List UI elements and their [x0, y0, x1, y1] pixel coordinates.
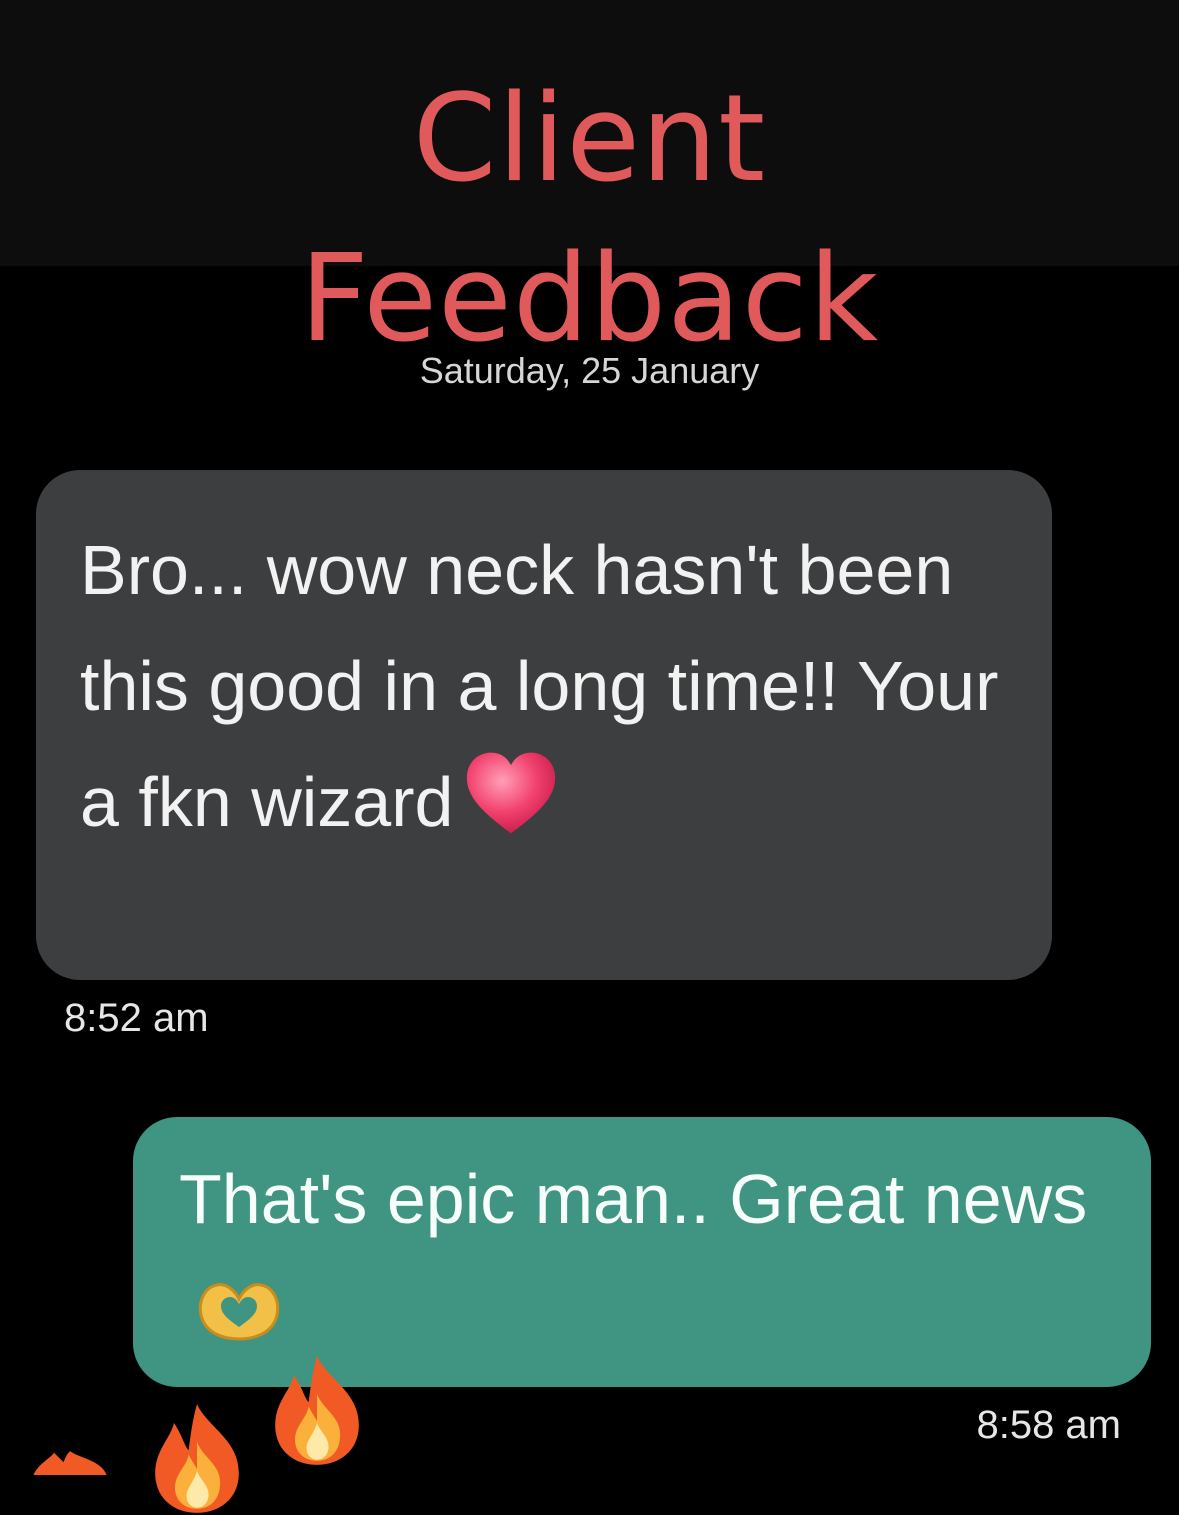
outgoing-message-bubble[interactable]: That's epic man.. Great news	[133, 1117, 1151, 1387]
heart-hands-icon	[198, 1283, 280, 1341]
incoming-message-text: Bro... wow neck hasn't been this good in…	[80, 531, 999, 841]
date-separator: Saturday, 25 January	[419, 350, 760, 391]
incoming-message-time: 8:52 am	[64, 996, 209, 1040]
outgoing-message-text: That's epic man.. Great news	[179, 1141, 1111, 1373]
fire-icon	[155, 1404, 239, 1513]
heart-icon	[467, 752, 556, 834]
fire-icon	[33, 1451, 107, 1475]
fire-icon	[275, 1356, 359, 1465]
title-line-1: Client	[412, 70, 767, 209]
page-title: Client Feedback	[0, 60, 1179, 380]
incoming-message-bubble[interactable]: Bro... wow neck hasn't been this good in…	[36, 470, 1052, 980]
outgoing-message-time: 8:58 am	[976, 1403, 1121, 1447]
